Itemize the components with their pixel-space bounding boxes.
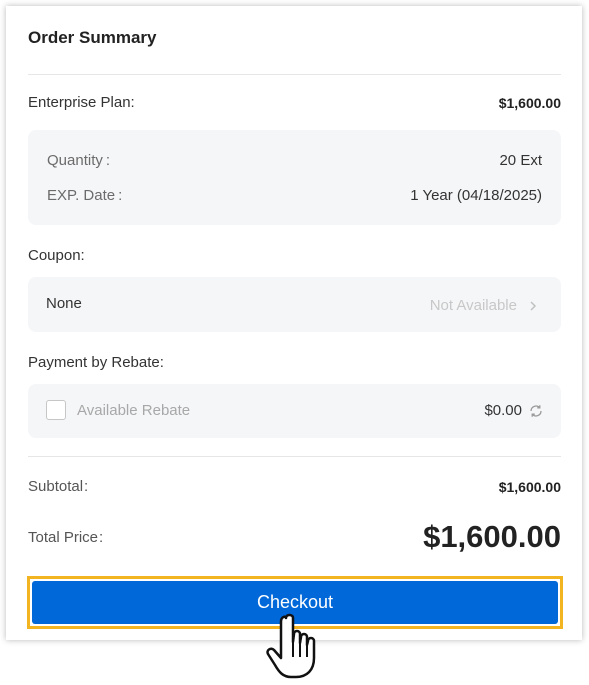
divider [28,74,561,75]
rebate-label: Payment by Rebate: [28,354,164,371]
rebate-panel: Available Rebate $0.00 [28,384,561,438]
exp-date-label: EXP. Date: [47,187,123,204]
quantity-value: 20 Ext [499,152,542,169]
coupon-value: None [46,295,82,312]
total-price-value: $1,600.00 [423,519,561,554]
order-summary-card: Order Summary Enterprise Plan: $1,600.00… [6,6,582,640]
divider [28,456,561,457]
coupon-status: Not Available [429,297,517,314]
quantity-label: Quantity: [47,152,111,169]
chevron-right-icon[interactable] [527,299,539,311]
coupon-label: Coupon: [28,247,85,264]
hand-pointer-icon [263,612,325,680]
rebate-amount: $0.00 [484,402,522,419]
refresh-icon[interactable] [528,403,544,419]
plan-details-panel: Quantity: 20 Ext EXP. Date: 1 Year (04/1… [28,130,561,225]
total-price-label: Total Price: [28,529,104,546]
plan-label: Enterprise Plan: [28,94,135,111]
exp-date-value: 1 Year (04/18/2025) [410,187,542,204]
plan-price: $1,600.00 [498,95,561,111]
coupon-selector[interactable]: None Not Available [28,277,561,332]
subtotal-value: $1,600.00 [498,479,561,495]
subtotal-label: Subtotal: [28,478,89,495]
order-summary-title: Order Summary [28,28,157,47]
rebate-option-label: Available Rebate [77,402,191,419]
rebate-checkbox[interactable] [46,400,66,420]
